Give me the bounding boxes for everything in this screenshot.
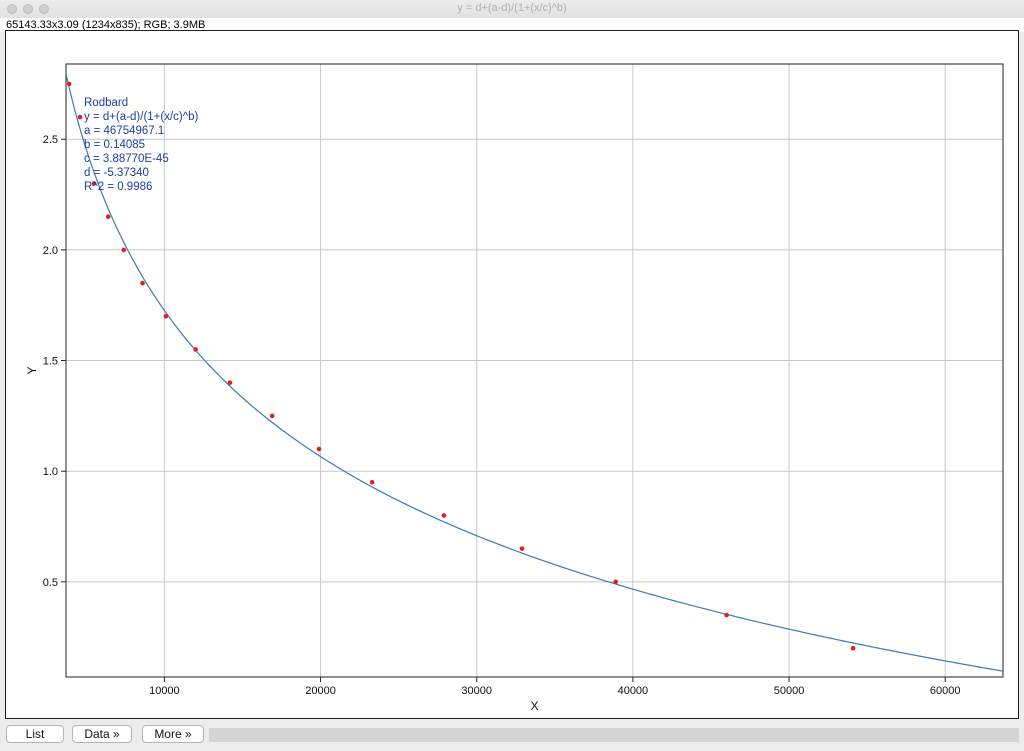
y-tick-label: 0.5 (43, 577, 58, 589)
list-button[interactable]: List (6, 725, 64, 743)
bottom-toolbar: List Data » More » (0, 722, 1024, 751)
data-point (850, 645, 856, 651)
data-button[interactable]: Data » (72, 725, 132, 743)
fit-annotation: Rodbard y = d+(a-d)/(1+(x/c)^b) a = 467549… (84, 97, 199, 193)
x-tick-label: 10000 (149, 685, 180, 697)
y-tick-label: 2.0 (43, 245, 58, 257)
x-tick-label: 50000 (774, 685, 805, 697)
data-point (227, 380, 233, 385)
data-point (519, 546, 525, 551)
data-point (316, 446, 322, 452)
fit-annotation-line: a = 46754967.1 (84, 125, 164, 137)
data-point (163, 313, 169, 319)
curve-fit-plot: 10000 20000 30000 40000 50000 60000 0.5 1.0 1.5 2… (25, 63, 1004, 713)
fit-annotation-line: d = -5.37340 (84, 167, 149, 179)
y-tick-label: 2.5 (43, 134, 58, 146)
fit-annotation-line: R^2 = 0.9986 (84, 181, 152, 193)
data-point (193, 347, 198, 352)
grid-layer (66, 64, 1003, 677)
x-tick-label: 40000 (618, 685, 649, 697)
data-point (441, 513, 447, 518)
y-axis-label: Y (25, 366, 39, 374)
data-point (140, 280, 145, 286)
more-button[interactable]: More » (142, 725, 204, 743)
data-point (369, 479, 375, 485)
title-bar[interactable]: y = d+(a-d)/(1+(x/c)^b) (0, 0, 1024, 19)
data-point (77, 114, 83, 120)
plot-area-border (65, 63, 1004, 678)
data-point (269, 413, 275, 419)
y-tick-label: 1.5 (43, 356, 58, 368)
y-tick-label: 1.0 (43, 466, 58, 478)
data-point (121, 247, 127, 253)
plot-window: y = d+(a-d)/(1+(x/c)^b) 65143.33x3.09 (1… (0, 0, 1024, 751)
x-tick-label: 20000 (305, 685, 336, 697)
fit-annotation-line: Rodbard (84, 97, 128, 109)
data-point (105, 214, 111, 219)
x-tick-label: 60000 (930, 685, 961, 697)
data-points-layer (66, 81, 856, 651)
horizontal-scrollbar[interactable] (209, 728, 1019, 742)
fit-annotation-line: c = 3.88770E-45 (84, 153, 169, 165)
x-tick-label: 30000 (461, 685, 492, 697)
fit-annotation-line: b = 0.14085 (84, 139, 145, 151)
data-point (724, 612, 729, 618)
axes-layer: 10000 20000 30000 40000 50000 60000 0.5 1.0 1.5 2… (25, 63, 1004, 713)
data-point (66, 81, 72, 87)
plot-frame: 10000 20000 30000 40000 50000 60000 0.5 1.0 1.5 2… (5, 30, 1019, 719)
data-point (613, 579, 619, 585)
x-axis-label: X (530, 699, 538, 713)
fit-annotation-line: y = d+(a-d)/(1+(x/c)^b) (84, 111, 199, 123)
window-title: y = d+(a-d)/(1+(x/c)^b) (457, 2, 567, 14)
